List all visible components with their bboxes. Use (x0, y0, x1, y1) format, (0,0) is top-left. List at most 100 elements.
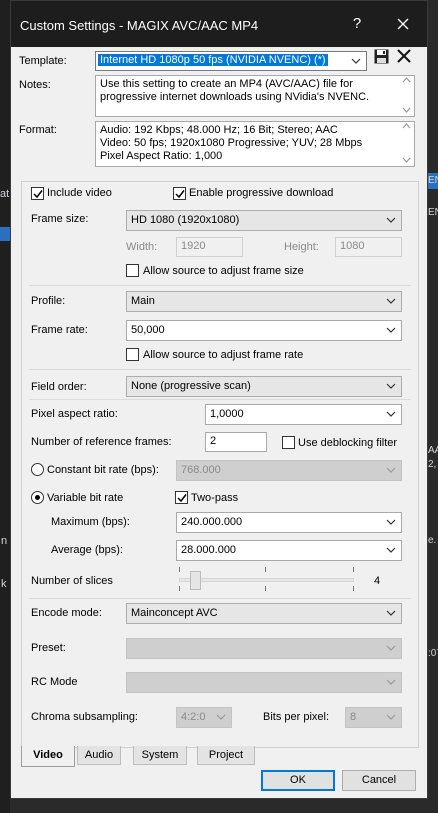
format-scrollbar[interactable] (400, 123, 412, 165)
chevron-down-icon (384, 378, 398, 395)
slider-tick (265, 586, 266, 591)
chevron-down-icon (384, 462, 398, 479)
frame-rate-combobox[interactable]: 50,000 (126, 320, 402, 341)
chroma-subsampling-label: Chroma subsampling: (31, 711, 138, 723)
profile-label: Profile: (31, 295, 66, 307)
ok-button[interactable]: OK (261, 770, 335, 791)
chevron-down-icon (384, 322, 398, 339)
chevron-down-icon (214, 709, 228, 726)
frame-size-value: HD 1080 (1920x1080) (131, 214, 240, 226)
progressive-download-checkbox[interactable] (173, 187, 186, 200)
background-text: k (1, 578, 7, 590)
preset-label: Preset: (31, 642, 66, 654)
chevron-down-icon (384, 542, 398, 559)
encode-mode-dropdown[interactable]: Mainconcept AVC (126, 603, 402, 624)
maximum-bitrate-value: 240.000.000 (181, 516, 243, 528)
rc-mode-label: RC Mode (31, 676, 78, 688)
deblocking-filter-label: Use deblocking filter (298, 437, 398, 449)
preset-dropdown[interactable] (126, 638, 402, 659)
format-textarea[interactable]: Audio: 192 Kbps; 48.000 Hz; 16 Bit; Ster… (95, 121, 415, 167)
reference-frames-input[interactable]: 2 (205, 432, 267, 452)
slider-tick (353, 567, 354, 572)
background-text: 2, (428, 459, 437, 470)
checkmark-icon (177, 494, 187, 503)
delete-template-button[interactable] (397, 49, 413, 65)
save-icon (374, 49, 389, 64)
tab-system[interactable]: System (133, 746, 187, 765)
delete-icon (397, 49, 411, 63)
chroma-subsampling-value: 4:2:0 (181, 711, 206, 723)
slider-tick (265, 567, 266, 572)
allow-frame-rate-checkbox[interactable] (126, 348, 139, 361)
tab-video[interactable]: Video (21, 746, 75, 767)
profile-dropdown[interactable]: Main (126, 291, 402, 312)
background-text: :07 (428, 648, 438, 659)
reference-frames-value: 2 (210, 435, 217, 447)
notes-textarea[interactable]: Use this setting to create an MP4 (AVC/A… (95, 75, 415, 117)
background-text: at (0, 188, 10, 200)
constant-bit-rate-label: Constant bit rate (bps): (47, 464, 159, 476)
scroll-down-icon (402, 157, 410, 163)
tab-project[interactable]: Project (197, 746, 255, 765)
maximum-bitrate-combobox[interactable]: 240.000.000 (176, 512, 402, 533)
save-template-button[interactable] (374, 49, 390, 65)
number-of-slices-label: Number of slices (31, 575, 113, 587)
background-text: EN (428, 207, 438, 218)
average-bitrate-combobox[interactable]: 28.000.000 (176, 540, 402, 561)
chevron-down-icon (349, 53, 363, 70)
width-input[interactable]: 1920 (176, 237, 243, 257)
template-label: Template: (19, 55, 67, 67)
two-pass-checkbox[interactable] (175, 491, 188, 504)
close-button[interactable] (389, 11, 417, 37)
title-bar: Custom Settings - MAGIX AVC/AAC MP4 ? (11, 1, 427, 47)
chevron-down-icon (384, 293, 398, 310)
width-value: 1920 (181, 240, 206, 252)
constant-bit-rate-combobox[interactable]: 768.000 (176, 460, 402, 481)
divider (29, 399, 411, 400)
chevron-down-icon (384, 709, 398, 726)
chroma-subsampling-dropdown[interactable]: 4:2:0 (176, 707, 232, 728)
slider-track (179, 578, 354, 582)
pixel-aspect-ratio-combobox[interactable]: 1,0000 (205, 404, 402, 425)
notes-scrollbar[interactable] (400, 77, 412, 115)
width-label: Width: (126, 241, 158, 253)
background-text: AA (428, 445, 438, 456)
slider-thumb[interactable] (190, 571, 201, 590)
field-order-value: None (progressive scan) (131, 380, 251, 392)
chevron-down-icon (384, 514, 398, 531)
pixel-aspect-ratio-value: 1,0000 (210, 408, 244, 420)
two-pass-label: Two-pass (191, 492, 239, 504)
allow-frame-size-checkbox[interactable] (126, 264, 139, 277)
cancel-button[interactable]: Cancel (342, 770, 416, 791)
divider (29, 369, 411, 370)
close-icon (397, 18, 409, 30)
allow-frame-size-label: Allow source to adjust frame size (143, 265, 304, 277)
include-video-checkbox[interactable] (31, 187, 44, 200)
template-dropdown[interactable]: Internet HD 1080p 50 fps (NVIDIA NVENC) … (95, 51, 367, 71)
bits-per-pixel-label: Bits per pixel: (263, 711, 330, 723)
height-input[interactable]: 1080 (335, 237, 402, 257)
help-button[interactable]: ? (343, 11, 371, 37)
divider (29, 598, 411, 599)
format-line: Audio: 192 Kbps; 48.000 Hz; 16 Bit; Ster… (100, 124, 338, 136)
bits-per-pixel-dropdown[interactable]: 8 (345, 707, 402, 728)
profile-value: Main (131, 295, 155, 307)
number-of-slices-slider[interactable] (177, 567, 357, 593)
field-order-dropdown[interactable]: None (progressive scan) (126, 376, 402, 397)
slider-tick (179, 586, 180, 591)
tab-audio[interactable]: Audio (77, 746, 121, 765)
scroll-down-icon (402, 107, 410, 113)
variable-bit-rate-radio[interactable] (31, 491, 44, 504)
slider-tick (353, 586, 354, 591)
chevron-down-icon (384, 605, 398, 622)
field-order-label: Field order: (31, 381, 87, 393)
frame-size-dropdown[interactable]: HD 1080 (1920x1080) (126, 210, 402, 231)
rc-mode-dropdown[interactable] (126, 672, 402, 693)
constant-bit-rate-radio[interactable] (31, 463, 44, 476)
checkmark-icon (175, 190, 185, 199)
chevron-down-icon (384, 674, 398, 691)
divider (29, 285, 411, 286)
format-label: Format: (19, 124, 57, 136)
deblocking-filter-checkbox[interactable] (282, 436, 295, 449)
average-bitrate-value: 28.000.000 (181, 544, 237, 556)
